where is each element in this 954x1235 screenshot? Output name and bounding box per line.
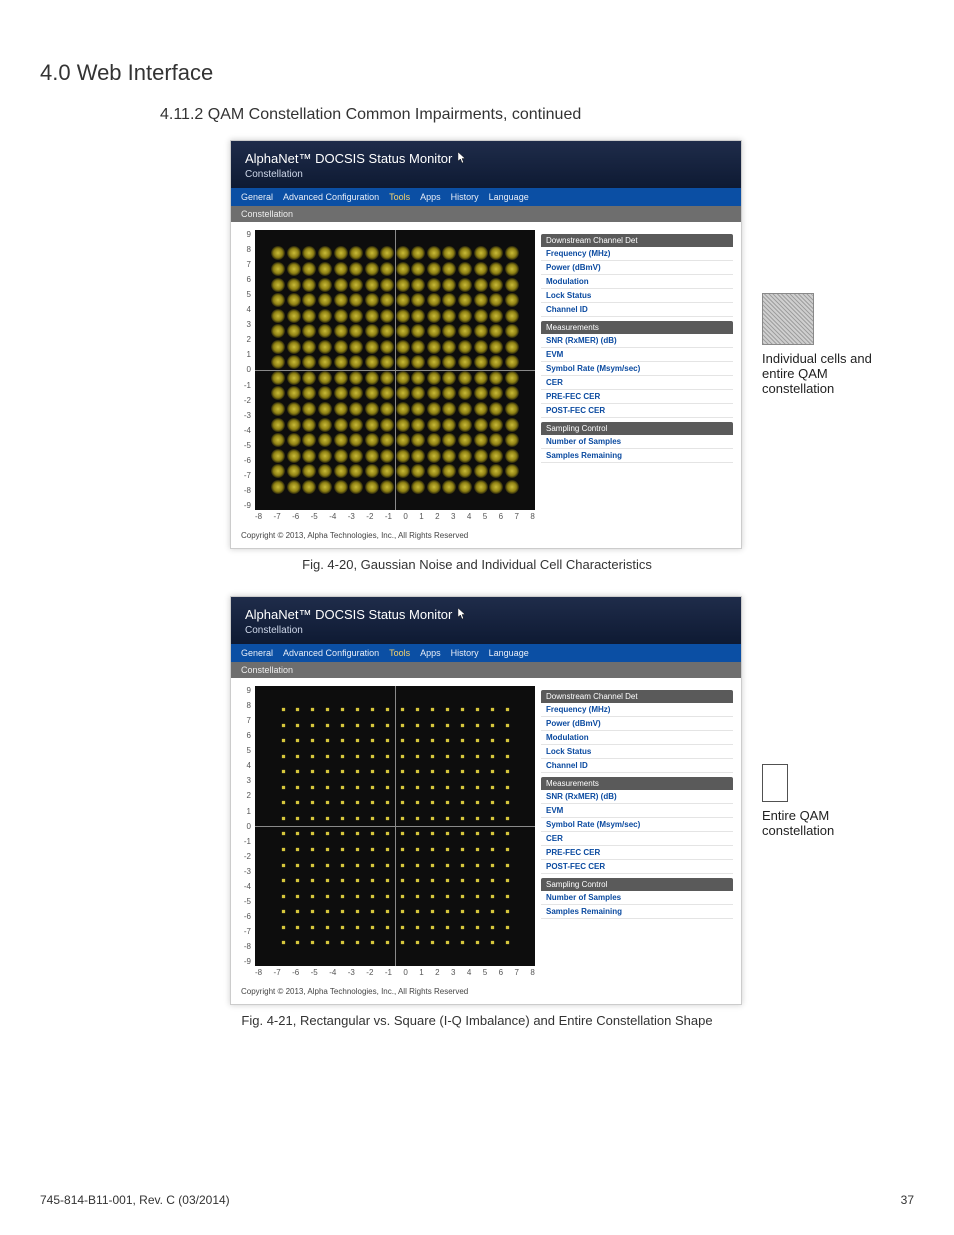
row-symbol-rate: Symbol Rate (Msym/sec)	[541, 362, 733, 376]
row-number-of-samples: Number of Samples	[541, 891, 733, 905]
callout-fig-4-21: Entire QAM constellation	[762, 764, 902, 838]
row-samples-remaining: Samples Remaining	[541, 905, 733, 919]
subsection-heading: 4.11.2 QAM Constellation Common Impairme…	[160, 106, 914, 124]
row-number-of-samples: Number of Samples	[541, 435, 733, 449]
row-frequency: Frequency (MHz)	[541, 703, 733, 717]
tab-constellation[interactable]: Constellation	[231, 662, 741, 678]
tab-constellation[interactable]: Constellation	[231, 206, 741, 222]
side-panel: Downstream Channel Det Frequency (MHz) P…	[541, 686, 733, 977]
row-cer: CER	[541, 376, 733, 390]
footer-doc-id: 745-814-B11-001, Rev. C (03/2014)	[40, 1193, 230, 1207]
constellation-plot-iq-imbalance	[255, 686, 535, 966]
section-measurements: Measurements	[541, 777, 733, 790]
navbar: General Advanced Configuration Tools App…	[231, 644, 741, 662]
row-modulation: Modulation	[541, 275, 733, 289]
y-axis-ticks: 9876543210-1-2-3-4-5-6-7-8-9	[239, 230, 251, 510]
row-frequency: Frequency (MHz)	[541, 247, 733, 261]
section-downstream-channel: Downstream Channel Det	[541, 690, 733, 703]
cursor-icon	[458, 608, 468, 623]
row-post-fec-cer: POST-FEC CER	[541, 404, 733, 418]
nav-general[interactable]: General	[241, 192, 273, 202]
nav-general[interactable]: General	[241, 648, 273, 658]
nav-tools[interactable]: Tools	[389, 192, 410, 202]
row-snr: SNR (RxMER) (dB)	[541, 790, 733, 804]
callout-fig-4-20: Individual cells and entire QAM constell…	[762, 293, 902, 396]
footer-page-number: 37	[901, 1193, 914, 1207]
row-power: Power (dBmV)	[541, 261, 733, 275]
section-downstream-channel: Downstream Channel Det	[541, 234, 733, 247]
row-evm: EVM	[541, 804, 733, 818]
callout-text: Entire QAM constellation	[762, 808, 902, 838]
nav-advanced-config[interactable]: Advanced Configuration	[283, 648, 379, 658]
nav-apps[interactable]: Apps	[420, 648, 441, 658]
nav-tools[interactable]: Tools	[389, 648, 410, 658]
navbar: General Advanced Configuration Tools App…	[231, 188, 741, 206]
row-pre-fec-cer: PRE-FEC CER	[541, 390, 733, 404]
row-evm: EVM	[541, 348, 733, 362]
section-sampling-control: Sampling Control	[541, 878, 733, 891]
constellation-plot-gaussian	[255, 230, 535, 510]
section-sampling-control: Sampling Control	[541, 422, 733, 435]
row-channel-id: Channel ID	[541, 759, 733, 773]
row-samples-remaining: Samples Remaining	[541, 449, 733, 463]
cursor-icon	[458, 152, 468, 167]
row-post-fec-cer: POST-FEC CER	[541, 860, 733, 874]
nav-advanced-config[interactable]: Advanced Configuration	[283, 192, 379, 202]
screenshot-fig-4-20: AlphaNet™ DOCSIS Status Monitor Constell…	[230, 140, 742, 549]
callout-text: Individual cells and entire QAM constell…	[762, 351, 902, 396]
figure-caption-4-21: Fig. 4-21, Rectangular vs. Square (I-Q I…	[40, 1013, 914, 1028]
thumb-noise-cell	[762, 293, 814, 345]
nav-language[interactable]: Language	[489, 648, 529, 658]
row-snr: SNR (RxMER) (dB)	[541, 334, 733, 348]
row-modulation: Modulation	[541, 731, 733, 745]
figure-caption-4-20: Fig. 4-20, Gaussian Noise and Individual…	[40, 557, 914, 572]
thumb-rectangle	[762, 764, 788, 802]
side-panel: Downstream Channel Det Frequency (MHz) P…	[541, 230, 733, 521]
nav-language[interactable]: Language	[489, 192, 529, 202]
copyright-line: Copyright © 2013, Alpha Technologies, In…	[231, 981, 741, 1004]
row-channel-id: Channel ID	[541, 303, 733, 317]
section-measurements: Measurements	[541, 321, 733, 334]
row-cer: CER	[541, 832, 733, 846]
nav-apps[interactable]: Apps	[420, 192, 441, 202]
x-axis-ticks: -8-7-6-5-4-3-2-1012345678	[255, 510, 535, 521]
section-heading: 4.0 Web Interface	[40, 60, 914, 86]
y-axis-ticks: 9876543210-1-2-3-4-5-6-7-8-9	[239, 686, 251, 966]
row-lock-status: Lock Status	[541, 289, 733, 303]
nav-history[interactable]: History	[451, 648, 479, 658]
app-title: AlphaNet™ DOCSIS Status Monitor	[245, 607, 727, 623]
row-pre-fec-cer: PRE-FEC CER	[541, 846, 733, 860]
app-subtitle: Constellation	[245, 169, 727, 180]
app-subtitle: Constellation	[245, 625, 727, 636]
row-symbol-rate: Symbol Rate (Msym/sec)	[541, 818, 733, 832]
x-axis-ticks: -8-7-6-5-4-3-2-1012345678	[255, 966, 535, 977]
nav-history[interactable]: History	[451, 192, 479, 202]
row-lock-status: Lock Status	[541, 745, 733, 759]
screenshot-fig-4-21: AlphaNet™ DOCSIS Status Monitor Constell…	[230, 596, 742, 1005]
row-power: Power (dBmV)	[541, 717, 733, 731]
copyright-line: Copyright © 2013, Alpha Technologies, In…	[231, 525, 741, 548]
app-title: AlphaNet™ DOCSIS Status Monitor	[245, 151, 727, 167]
